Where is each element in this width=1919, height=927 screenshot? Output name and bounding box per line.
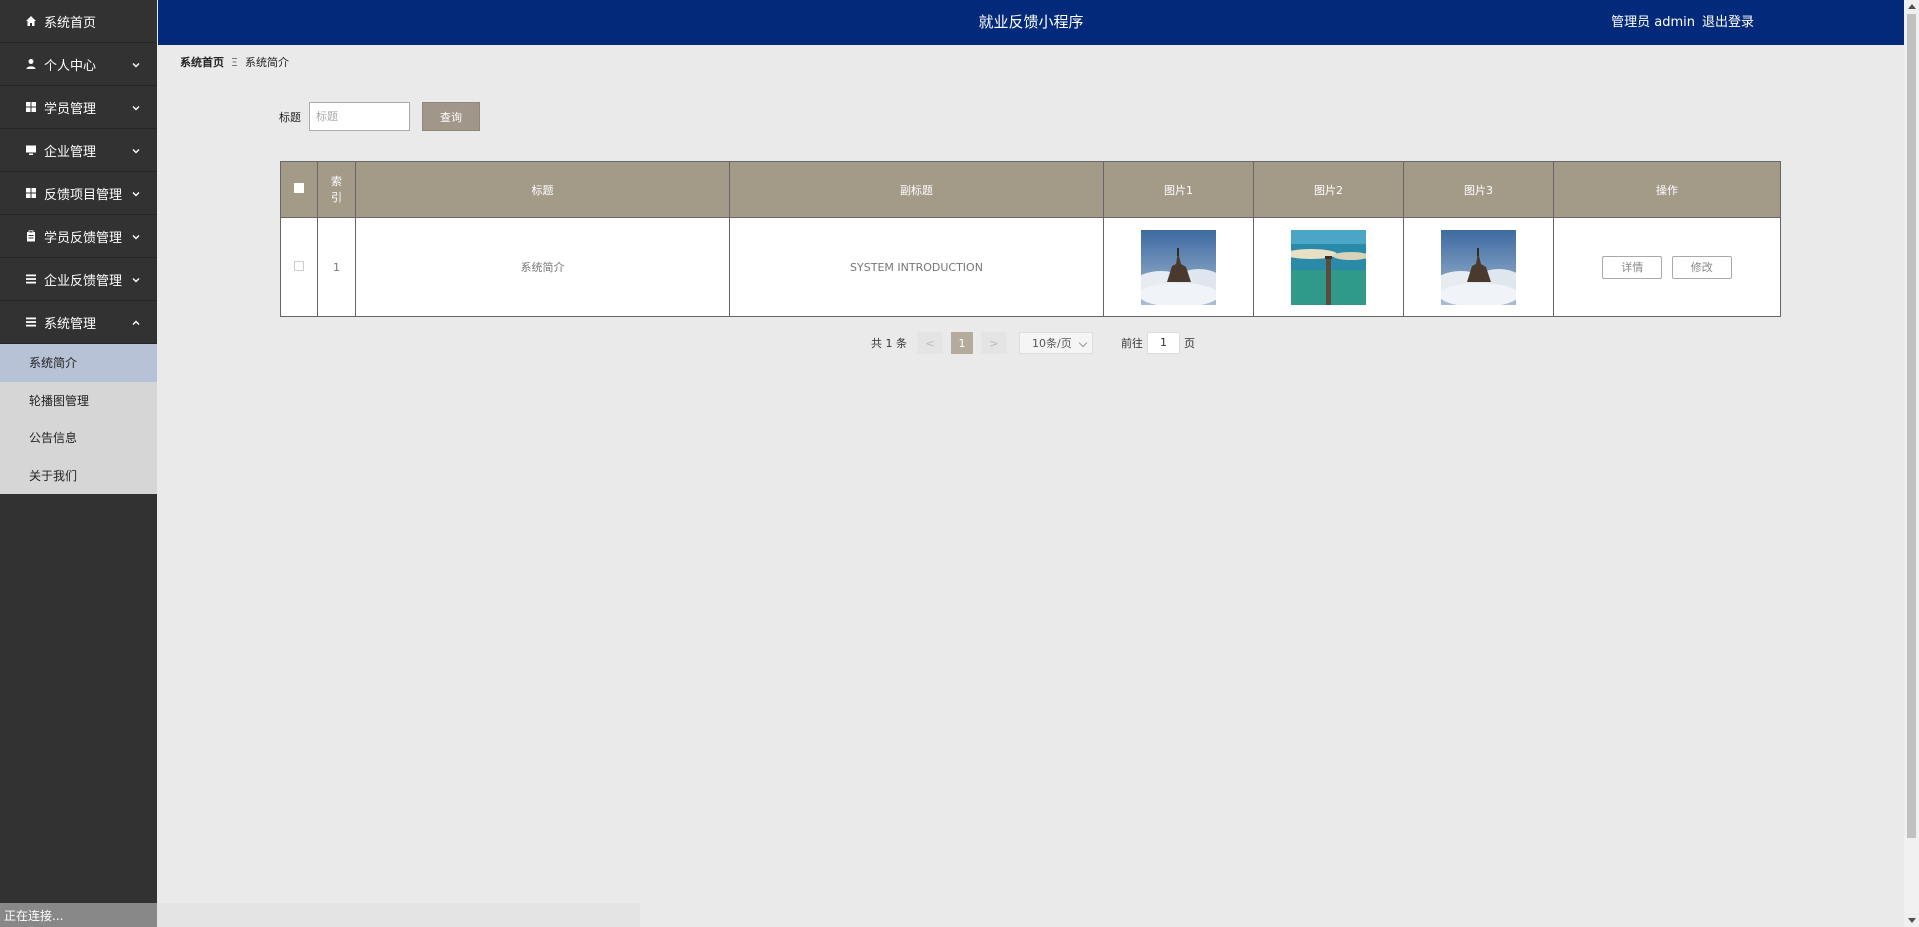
- sidebar-item-students[interactable]: 学员管理: [0, 86, 157, 129]
- chevron-up-icon: [131, 317, 141, 327]
- browser-status-bar: 正在连接...: [0, 903, 640, 927]
- submenu-item-system-intro[interactable]: 系统简介: [0, 344, 157, 382]
- chevron-down-icon: [131, 231, 141, 241]
- user-icon: [24, 57, 38, 71]
- sidebar-item-label: 个人中心: [44, 58, 97, 74]
- search-form: 标题 查询: [279, 102, 480, 131]
- sidebar-item-companies[interactable]: 企业管理: [0, 129, 157, 172]
- status-text: 正在连接...: [0, 903, 157, 927]
- row-subtitle: SYSTEM INTRODUCTION: [729, 217, 1104, 317]
- col-header-image1: 图片1: [1103, 161, 1254, 218]
- select-all-cell: [280, 161, 318, 218]
- image1-thumbnail[interactable]: [1141, 229, 1216, 305]
- col-header-title: 标题: [355, 161, 730, 218]
- logout-button[interactable]: 退出登录: [1702, 0, 1754, 45]
- sidebar-item-label: 系统管理: [44, 316, 97, 332]
- sidebar: 系统首页 个人中心 学员管理 企业管理 反馈项目管理 学员反馈管理 企业反馈管理…: [0, 0, 157, 927]
- sidebar-item-label: 学员反馈管理: [44, 230, 123, 246]
- image3-thumbnail[interactable]: [1441, 229, 1516, 305]
- row-checkbox[interactable]: [294, 260, 304, 271]
- col-header-subtitle: 副标题: [729, 161, 1104, 218]
- select-all-checkbox[interactable]: [294, 183, 304, 193]
- vertical-scrollbar[interactable]: [1904, 0, 1919, 927]
- pagination: 共 1 条 < 1 > 10条/页 前往 1 页: [871, 332, 1195, 354]
- sidebar-item-feedback-projects[interactable]: 反馈项目管理: [0, 172, 157, 215]
- row-index: 1: [317, 217, 356, 317]
- list-icon: [24, 315, 38, 329]
- prev-page-button[interactable]: <: [917, 332, 943, 354]
- data-table: 索引 标题 副标题 图片1 图片2 图片3 操作 1 系统简介 SYSTEM I…: [280, 161, 1781, 317]
- image2-thumbnail[interactable]: [1291, 229, 1366, 305]
- col-header-image3: 图片3: [1403, 161, 1554, 218]
- next-page-button[interactable]: >: [981, 332, 1007, 354]
- scroll-down-icon[interactable]: [1908, 918, 1916, 923]
- clipboard-icon: [24, 229, 38, 243]
- detail-button[interactable]: 详情: [1602, 255, 1663, 279]
- sidebar-item-label: 企业反馈管理: [44, 273, 123, 289]
- col-header-actions: 操作: [1553, 161, 1781, 218]
- row-actions-cell: 详情 修改: [1553, 217, 1781, 317]
- row-image2-cell: [1253, 217, 1404, 317]
- page-number-current[interactable]: 1: [951, 332, 973, 354]
- page-size-select[interactable]: 10条/页: [1019, 332, 1093, 354]
- sidebar-item-label: 反馈项目管理: [44, 187, 123, 203]
- breadcrumb-separator: Ξ: [231, 55, 238, 69]
- submenu-item-carousel[interactable]: 轮播图管理: [0, 382, 157, 420]
- col-header-image2: 图片2: [1253, 161, 1404, 218]
- top-bar: 就业反馈小程序 管理员 admin 退出登录: [158, 0, 1904, 45]
- title-search-input[interactable]: [309, 102, 410, 131]
- sidebar-item-label: 学员管理: [44, 101, 97, 117]
- sidebar-item-system[interactable]: 系统管理: [0, 301, 157, 344]
- sidebar-item-company-feedback[interactable]: 企业反馈管理: [0, 258, 157, 301]
- row-title: 系统简介: [355, 217, 730, 317]
- sidebar-item-label: 企业管理: [44, 144, 97, 160]
- sidebar-item-profile[interactable]: 个人中心: [0, 43, 157, 86]
- breadcrumb: 系统首页 Ξ 系统简介: [180, 54, 289, 70]
- grid-icon: [24, 186, 38, 200]
- col-header-index: 索引: [317, 161, 356, 218]
- list-icon: [24, 272, 38, 286]
- row-image3-cell: [1403, 217, 1554, 317]
- goto-label: 前往: [1121, 337, 1143, 350]
- goto-suffix: 页: [1184, 337, 1195, 350]
- goto-page-input[interactable]: 1: [1147, 332, 1180, 354]
- system-submenu: 系统简介 轮播图管理 公告信息 关于我们: [0, 344, 157, 494]
- edit-button[interactable]: 修改: [1671, 255, 1732, 279]
- scroll-up-icon[interactable]: [1908, 4, 1916, 9]
- sidebar-item-label: 系统首页: [44, 15, 97, 31]
- sidebar-item-student-feedback[interactable]: 学员反馈管理: [0, 215, 157, 258]
- monitor-icon: [24, 143, 38, 157]
- search-label: 标题: [279, 110, 301, 124]
- chevron-down-icon: [131, 102, 141, 112]
- status-bar-fill: [157, 903, 640, 927]
- row-image1-cell: [1103, 217, 1254, 317]
- chevron-down-icon: [131, 145, 141, 155]
- table-row: 1 系统简介 SYSTEM INTRODUCTION 详情 修改: [280, 217, 1781, 317]
- chevron-down-icon: [131, 59, 141, 69]
- chevron-down-icon: [131, 188, 141, 198]
- breadcrumb-current: 系统简介: [244, 56, 289, 69]
- scrollbar-thumb[interactable]: [1907, 14, 1916, 838]
- chevron-down-icon: [1078, 338, 1088, 348]
- chevron-down-icon: [131, 274, 141, 284]
- home-icon: [24, 14, 38, 28]
- pagination-total: 共 1 条: [871, 337, 907, 350]
- submenu-item-about-us[interactable]: 关于我们: [0, 457, 157, 495]
- row-select-cell: [280, 217, 318, 317]
- user-info: 管理员 admin: [1611, 15, 1695, 30]
- grid-icon: [24, 100, 38, 114]
- query-button[interactable]: 查询: [422, 102, 480, 131]
- submenu-item-announcements[interactable]: 公告信息: [0, 419, 157, 457]
- breadcrumb-home[interactable]: 系统首页: [180, 54, 224, 70]
- table-header-row: 索引 标题 副标题 图片1 图片2 图片3 操作: [280, 161, 1781, 218]
- sidebar-item-home[interactable]: 系统首页: [0, 0, 157, 43]
